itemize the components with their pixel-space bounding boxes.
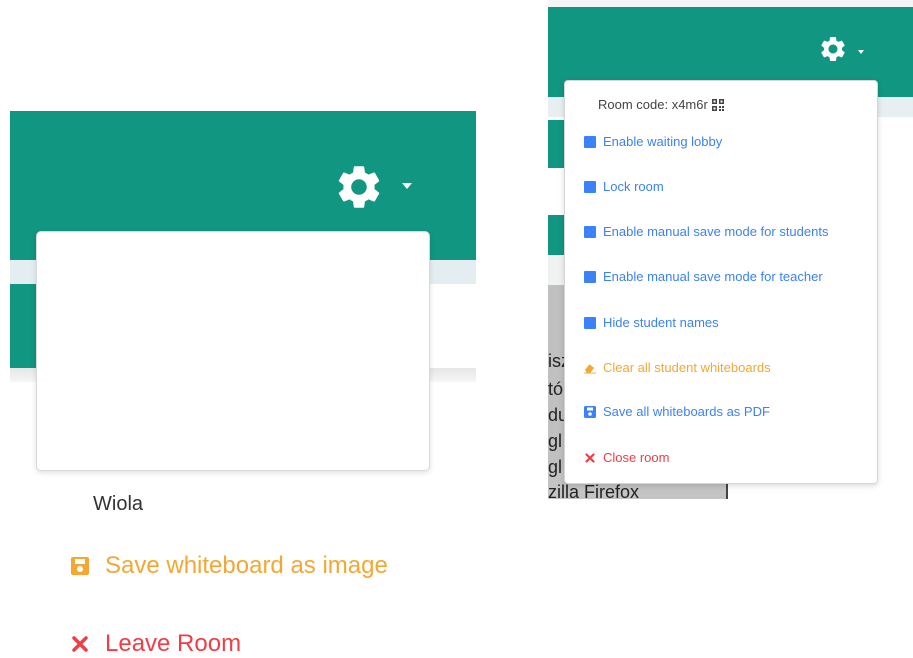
checkbox-icon[interactable] [584, 316, 596, 329]
background-text: gl [548, 457, 563, 477]
chevron-down-icon[interactable] [858, 50, 864, 54]
room-code: Room code: x4m6r [598, 97, 724, 112]
close-room-item[interactable]: Close room [584, 450, 669, 465]
checkbox-icon[interactable] [584, 225, 596, 238]
menu-item-label: Enable waiting lobby [603, 134, 723, 149]
menu-item-label: Hide student names [603, 315, 719, 330]
chevron-down-icon[interactable] [402, 183, 412, 189]
gear-icon[interactable] [333, 161, 385, 213]
menu-item-label: Enable manual save mode for students [603, 224, 829, 239]
gear-icon[interactable] [818, 34, 848, 64]
user-name: Wiola [93, 493, 144, 515]
manual-save-students-item[interactable]: Enable manual save mode for students [584, 224, 828, 239]
eraser-icon [584, 362, 596, 374]
menu-item-label: Leave Room [105, 630, 242, 657]
menu-item-label: Lock room [603, 179, 664, 194]
save-icon [584, 405, 596, 418]
save-icon [69, 555, 91, 577]
clear-whiteboards-item[interactable]: Clear all student whiteboards [584, 360, 771, 375]
hide-student-names-item[interactable]: Hide student names [584, 315, 719, 330]
background-text: tó [548, 379, 564, 399]
right-top-line [548, 0, 913, 7]
qr-code-icon[interactable] [711, 98, 724, 111]
leave-room-item[interactable]: Leave Room [69, 630, 241, 658]
menu-item-label: Save all whiteboards as PDF [603, 404, 770, 419]
checkbox-icon[interactable] [584, 135, 596, 148]
background-text: gl [548, 431, 563, 451]
menu-item-label: Save whiteboard as image [105, 552, 388, 579]
enable-waiting-lobby-item[interactable]: Enable waiting lobby [584, 134, 722, 149]
room-code-label: Room code: x4m6r [598, 97, 708, 112]
background-text: zilla Firefox [548, 482, 640, 502]
settings-dropdown-menu: Wiola Save whiteboard as image Leave Roo… [36, 231, 430, 657]
lock-room-item[interactable]: Lock room [584, 179, 664, 194]
checkbox-icon[interactable] [584, 270, 596, 283]
manual-save-teacher-item[interactable]: Enable manual save mode for teacher [584, 269, 823, 284]
checkbox-icon[interactable] [584, 180, 596, 193]
close-icon [69, 633, 91, 655]
save-whiteboard-image-item[interactable]: Save whiteboard as image [69, 552, 388, 580]
menu-item-label: Clear all student whiteboards [603, 360, 771, 375]
menu-item-label: Enable manual save mode for teacher [603, 269, 823, 284]
save-pdf-item[interactable]: Save all whiteboards as PDF [584, 404, 770, 419]
menu-item-label: Close room [603, 450, 670, 465]
close-icon [584, 452, 596, 464]
